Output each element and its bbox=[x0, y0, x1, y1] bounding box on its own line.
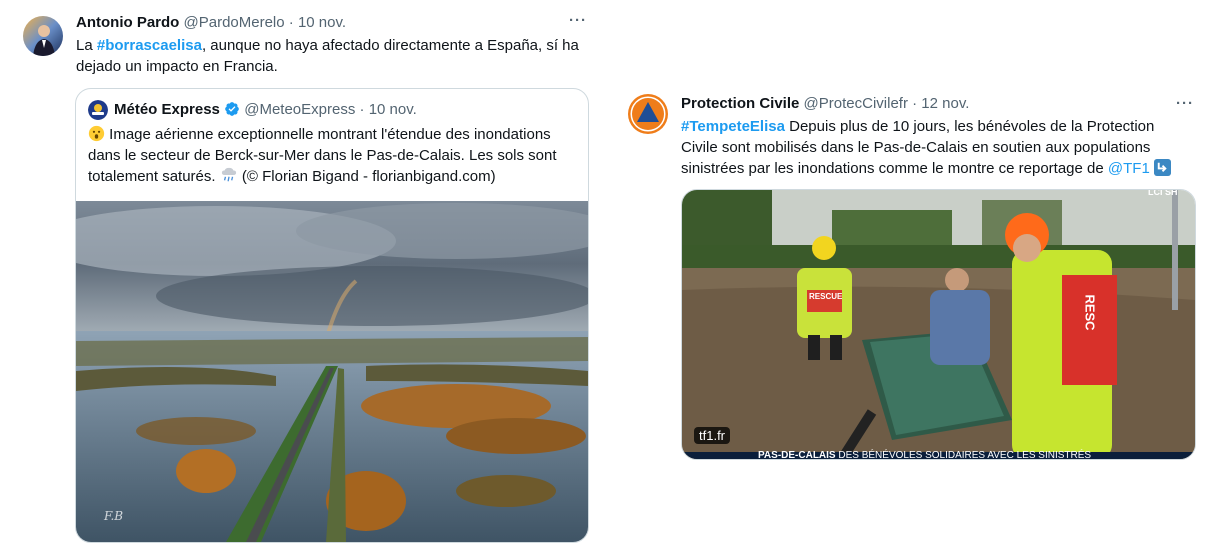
quoted-tweet[interactable]: Météo Express @MeteoExpress · 10 nov. Im… bbox=[75, 88, 589, 543]
separator-dot: · bbox=[288, 14, 294, 31]
chyron-text: DES BÉNÉVOLES SOLIDAIRES AVEC LES SINIST… bbox=[838, 450, 1092, 460]
tweet-header: Antonio Pardo @PardoMerelo · 10 nov. bbox=[76, 13, 346, 33]
avatar[interactable] bbox=[23, 16, 63, 56]
channel-tag: LCI SH bbox=[1148, 189, 1178, 197]
vest-label-2: RESC bbox=[1082, 294, 1098, 331]
tweet-text-part: sinistrées par les inondations comme le … bbox=[681, 160, 1108, 177]
quote-author-handle[interactable]: @MeteoExpress bbox=[244, 101, 355, 118]
quote-text-line: (© Florian Bigand - florianbigand.com) bbox=[241, 168, 496, 185]
tweet-text-part: Depuis plus de 10 jours, les bénévoles d… bbox=[784, 118, 1155, 135]
quote-text-line: totalement saturés. bbox=[88, 168, 216, 185]
quote-avatar[interactable] bbox=[88, 100, 108, 120]
tweet-text-part: La bbox=[76, 37, 97, 54]
quote-author-name[interactable]: Météo Express bbox=[114, 101, 220, 118]
source-badge: tf1.fr bbox=[694, 427, 731, 444]
tweet-text-part: , aunque no haya afectado directamente a… bbox=[201, 37, 579, 54]
more-options-icon[interactable]: ··· bbox=[1176, 95, 1194, 112]
chyron-location: PAS-DE-CALAIS bbox=[758, 450, 836, 460]
tweet-date[interactable]: 10 nov. bbox=[298, 14, 346, 31]
hashtag-link[interactable]: #TempeteElisa bbox=[681, 118, 785, 135]
rain-cloud-icon bbox=[221, 167, 236, 182]
quote-text-line: dans le secteur de Berck-sur-Mer dans le… bbox=[88, 147, 557, 164]
tweet-antonio-pardo[interactable]: Antonio Pardo @PardoMerelo · 10 nov. ···… bbox=[0, 0, 596, 546]
hashtag-link[interactable]: #borrascaelisa bbox=[97, 37, 202, 54]
tweet-text-line: dejado un impacto en Francia. bbox=[76, 58, 278, 75]
author-handle[interactable]: @PardoMerelo bbox=[184, 14, 285, 31]
more-options-icon[interactable]: ··· bbox=[569, 12, 587, 29]
author-handle[interactable]: @ProtecCivilefr bbox=[804, 95, 908, 112]
separator-dot: · bbox=[912, 95, 918, 112]
author-name[interactable]: Protection Civile bbox=[681, 95, 799, 112]
tweet-text: La #borrascaelisa, aunque no haya afecta… bbox=[76, 35, 586, 77]
quote-text-line: Image aérienne exceptionnelle montrant l… bbox=[109, 126, 551, 143]
tweet-text-line: Civile sont mobilisés dans le Pas-de-Cal… bbox=[681, 139, 1151, 156]
separator-dot: · bbox=[359, 101, 365, 118]
author-name[interactable]: Antonio Pardo bbox=[76, 14, 179, 31]
mention-link[interactable]: @TF1 bbox=[1108, 160, 1150, 177]
surprised-face-icon bbox=[88, 125, 105, 142]
avatar[interactable] bbox=[628, 94, 668, 134]
tweet-header: Protection Civile @ProtecCivilefr · 12 n… bbox=[681, 94, 969, 114]
tweet-text: #TempeteElisa Depuis plus de 10 jours, l… bbox=[681, 116, 1196, 179]
verified-badge-icon bbox=[225, 102, 239, 116]
photo-watermark: F.B bbox=[104, 509, 124, 523]
quote-header: Météo Express @MeteoExpress · 10 nov. bbox=[114, 100, 417, 120]
quote-date[interactable]: 10 nov. bbox=[369, 101, 417, 118]
video-card[interactable]: tf1.fr RESCUE RESC LCI SH PAS-DE-CALAIS … bbox=[681, 189, 1196, 460]
tweet-date[interactable]: 12 nov. bbox=[921, 95, 969, 112]
tweet-protection-civile[interactable]: Protection Civile @ProtecCivilefr · 12 n… bbox=[610, 80, 1206, 480]
quote-text: Image aérienne exceptionnelle montrant l… bbox=[88, 124, 584, 187]
news-chyron: PAS-DE-CALAIS DES BÉNÉVOLES SOLIDAIRES A… bbox=[758, 450, 1092, 460]
arrow-down-right-icon bbox=[1153, 159, 1171, 176]
vest-label: RESCUE bbox=[809, 292, 843, 301]
quote-photo[interactable]: F.B bbox=[76, 201, 588, 542]
